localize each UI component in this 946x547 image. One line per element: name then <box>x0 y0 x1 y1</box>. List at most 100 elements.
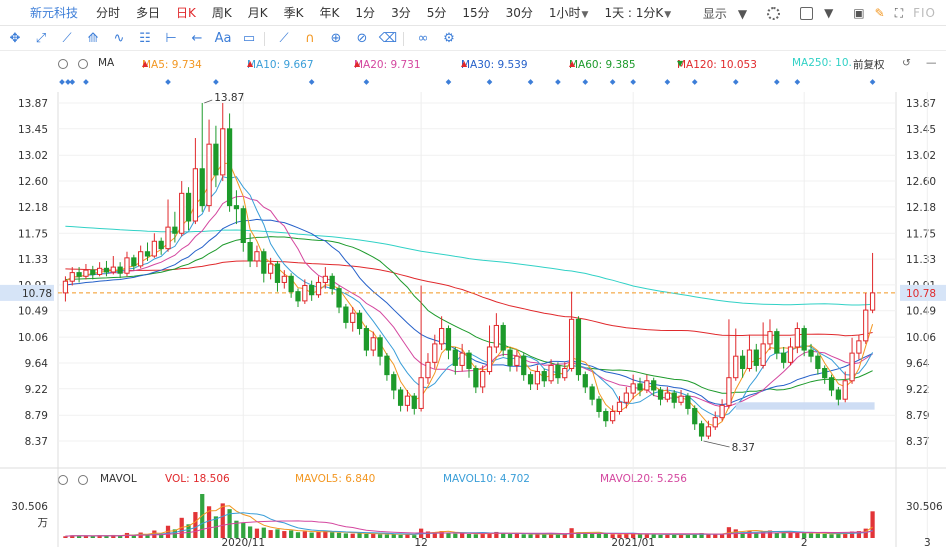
volume-bar <box>590 533 595 538</box>
candle-body <box>131 257 137 267</box>
candle-body <box>83 269 89 277</box>
event-marker <box>691 79 698 85</box>
candle-body <box>315 281 322 296</box>
candle-body <box>240 208 246 244</box>
candle-body <box>384 355 390 376</box>
vol-axis-label-right: 30.506 <box>906 501 943 513</box>
volume-bar <box>460 533 465 538</box>
volume-bar <box>501 533 506 538</box>
candle-body <box>719 404 725 419</box>
x-tick-label: 12 <box>414 537 427 547</box>
price-tick-right: 12.18 <box>906 202 936 214</box>
price-tick-right: 12.60 <box>906 176 936 188</box>
volume-bar <box>542 534 547 538</box>
candle-body <box>322 275 328 283</box>
candle-body <box>76 272 82 277</box>
volume-bar <box>330 532 335 538</box>
candle-body <box>404 395 411 406</box>
event-marker <box>65 79 71 85</box>
candle-body <box>397 389 404 406</box>
price-tick-right: 11.33 <box>906 254 936 266</box>
candle-body <box>828 377 835 391</box>
candle-body <box>637 383 643 391</box>
volume-bar <box>596 533 602 538</box>
candle-body <box>726 377 732 406</box>
candle-body <box>206 143 212 207</box>
price-tick-left: 13.87 <box>18 98 48 110</box>
price-tick-right: 9.22 <box>906 384 929 396</box>
low-marker <box>703 440 730 448</box>
volume-bar <box>357 533 362 538</box>
volume-bar <box>295 532 301 538</box>
candle-body <box>815 355 821 369</box>
volume-bar <box>453 533 458 538</box>
volume-bar <box>706 534 711 538</box>
candle-body <box>411 395 417 409</box>
volume-bar <box>617 534 622 538</box>
volume-bar <box>193 512 198 538</box>
candle-body <box>589 386 595 400</box>
candle-body <box>62 280 69 294</box>
volume-bar <box>521 534 526 538</box>
x-tick-label: 3 <box>924 537 931 547</box>
event-marker <box>83 79 89 85</box>
candle-body <box>281 275 287 283</box>
candle-body <box>575 318 582 376</box>
candle-body <box>69 272 75 282</box>
price-tick-right: 8.37 <box>906 436 929 448</box>
candle-body <box>657 389 664 400</box>
event-marker <box>527 79 534 85</box>
price-tick-left: 12.60 <box>18 176 48 188</box>
candle-body <box>199 168 205 207</box>
candle-body <box>172 226 178 234</box>
candle-body <box>794 328 800 348</box>
price-tick-left: 8.37 <box>25 436 48 448</box>
candle-body <box>124 257 130 274</box>
volume-bar <box>384 534 390 538</box>
volume-bar <box>713 534 718 538</box>
event-marker <box>869 79 876 85</box>
candle-body <box>801 328 807 351</box>
candle-body <box>226 128 233 207</box>
candle-body <box>445 328 452 351</box>
volume-bar <box>788 532 793 538</box>
candle-body <box>630 383 636 394</box>
candle-body <box>268 263 274 274</box>
candle-body <box>739 355 746 369</box>
candle-body <box>568 318 575 369</box>
volume-bar <box>651 534 656 538</box>
candle-body <box>548 364 554 382</box>
volume-bar <box>398 534 403 538</box>
event-marker <box>664 79 671 85</box>
volume-bar <box>719 534 725 538</box>
candle-body <box>664 392 670 400</box>
volume-bar <box>371 533 376 538</box>
volume-bar <box>624 533 629 538</box>
candle-body <box>787 346 794 363</box>
event-marker <box>363 79 370 85</box>
candle-body <box>705 426 712 437</box>
current-price-label-left: 10.78 <box>22 288 52 300</box>
candle-body <box>213 143 219 176</box>
candlestick-chart[interactable]: 13.87 13.87 13.45 13.45 13.02 13.02 12.60 12.60… <box>0 0 946 547</box>
candle-body <box>767 331 773 345</box>
candle-body <box>103 267 110 273</box>
candle-body <box>329 275 335 290</box>
event-marker <box>630 79 636 85</box>
candle-body <box>110 266 116 273</box>
candle-body <box>651 380 657 391</box>
candle-body <box>774 331 780 354</box>
candle-body <box>760 343 766 366</box>
price-tick-right: 11.75 <box>906 228 936 240</box>
volume-bar <box>316 531 321 538</box>
candle-body <box>179 192 185 234</box>
candle-body <box>158 240 164 250</box>
candle-body <box>97 267 103 275</box>
price-tick-left: 9.64 <box>25 358 49 370</box>
price-tick-right: 10.49 <box>906 306 936 318</box>
candle-body <box>582 374 588 388</box>
candle-body <box>425 361 431 379</box>
volume-bar <box>514 533 520 538</box>
candle-body <box>466 352 472 369</box>
candle-body <box>856 340 862 354</box>
